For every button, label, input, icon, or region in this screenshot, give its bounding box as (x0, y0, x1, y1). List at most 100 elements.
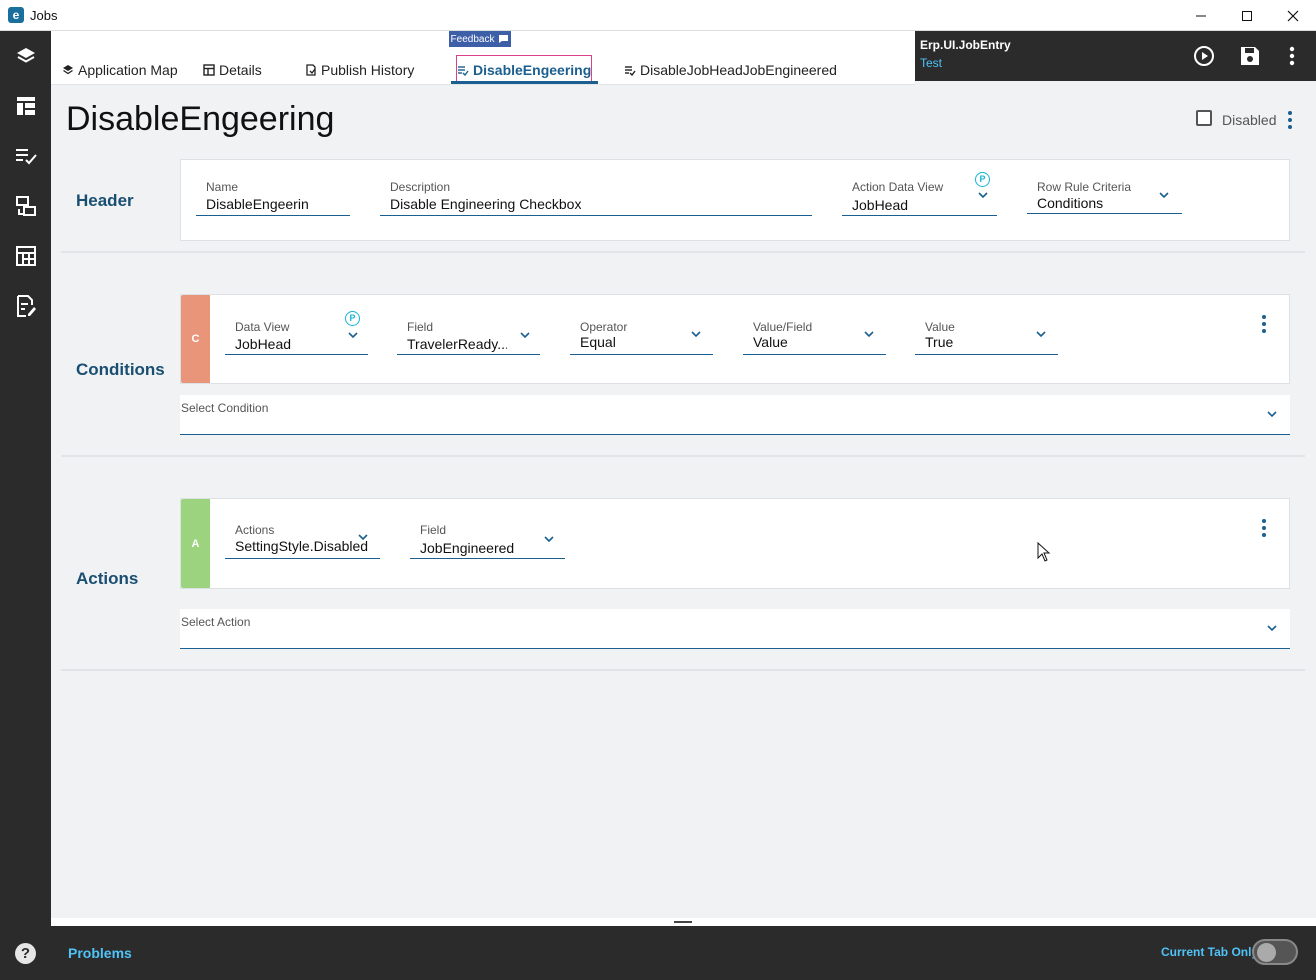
description-field-value: Disable Engineering Checkbox (390, 196, 582, 212)
action-menu-button[interactable] (1254, 516, 1274, 540)
save-button[interactable] (1237, 43, 1263, 69)
tab-disablejobheadjobengineered[interactable]: DisableJobHeadJobEngineered (624, 57, 837, 83)
action-field-label: Field (420, 523, 447, 537)
condition-data-view-dropdown[interactable]: Data View JobHead (225, 320, 368, 355)
rule-icon (625, 66, 636, 76)
rule-icon (458, 66, 469, 76)
tab-label: Application Map (78, 62, 178, 78)
maximize-button[interactable] (1224, 0, 1270, 31)
current-tab-only-label: Current Tab Only (1161, 945, 1259, 959)
panel-splitter[interactable] (51, 918, 1316, 926)
current-tab-only-toggle[interactable] (1252, 939, 1298, 965)
splitter-grip[interactable] (674, 921, 692, 923)
chevron-down-icon (1267, 411, 1277, 418)
description-field-label: Description (390, 180, 451, 194)
context-subtitle[interactable]: Test (920, 56, 942, 70)
section-divider (61, 455, 1305, 457)
condition-tag: C (181, 295, 210, 383)
data-view-value: JobHead (235, 336, 292, 352)
section-divider (61, 669, 1305, 671)
layout-icon[interactable] (13, 93, 39, 119)
disabled-label: Disabled (1222, 112, 1277, 128)
tab-application-map[interactable]: Application Map (62, 57, 178, 83)
field-label: Field (407, 320, 434, 334)
header-card: Name DisableEngeerin Description Disable… (180, 159, 1290, 241)
value-value: True (925, 334, 954, 350)
close-icon (1287, 10, 1299, 21)
action-data-view-value: JobHead (852, 197, 909, 213)
page-menu-button[interactable] (1280, 108, 1300, 132)
active-tab-indicator (451, 81, 598, 84)
action-field-value: JobEngineered (420, 540, 515, 556)
action-field-dropdown[interactable]: Field JobEngineered (410, 523, 565, 559)
description-field[interactable]: Description Disable Engineering Checkbox (380, 180, 812, 216)
name-field[interactable]: Name DisableEngeerin (196, 180, 350, 216)
value-field-value: Value (753, 334, 788, 350)
kebab-icon (1289, 46, 1295, 66)
condition-card: C Data View JobHead P Field TravelerRead… (180, 294, 1290, 384)
select-condition-dropdown[interactable]: Select Condition (180, 395, 1290, 435)
chevron-down-icon (1267, 625, 1277, 632)
maximize-icon (1242, 10, 1252, 21)
close-button[interactable] (1270, 0, 1316, 31)
select-condition-label: Select Condition (181, 401, 269, 415)
table-icon (203, 64, 215, 76)
calendar-grid-icon[interactable] (13, 243, 39, 269)
play-circle-icon (1194, 46, 1214, 66)
condition-field-dropdown[interactable]: Field TravelerReady... (397, 320, 540, 355)
help-icon[interactable]: ? (15, 943, 36, 964)
operator-value: Equal (580, 334, 616, 350)
disabled-checkbox[interactable] (1196, 110, 1212, 126)
more-options-button[interactable] (1279, 43, 1305, 69)
data-view-label: Data View (235, 320, 290, 334)
tab-label: DisableJobHeadJobEngineered (640, 62, 837, 78)
tab-disableengeering[interactable]: DisableEngeering (457, 57, 591, 83)
history-icon (306, 64, 316, 76)
action-card: A Actions SettingStyle.Disabled Field Jo… (180, 498, 1290, 589)
chat-icon (499, 35, 509, 43)
page-title: DisableEngeering (66, 100, 335, 138)
minimize-button[interactable] (1178, 0, 1224, 31)
personalize-badge-icon: P (345, 311, 360, 326)
action-data-view-dropdown[interactable]: Action Data View JobHead (842, 180, 997, 216)
row-rule-criteria-value: Conditions (1037, 195, 1104, 211)
context-bar: Erp.UI.JobEntry Test (915, 31, 1316, 81)
condition-value-dropdown[interactable]: Value True (915, 320, 1058, 355)
condition-value-field-dropdown[interactable]: Value/Field Value (743, 320, 886, 355)
chevron-down-icon (358, 534, 368, 541)
select-action-dropdown[interactable]: Select Action (180, 609, 1290, 649)
row-rule-criteria-dropdown[interactable]: Row Rule Criteria Conditions (1027, 180, 1182, 214)
toggle-knob (1257, 943, 1276, 962)
problems-bar: Problems Current Tab Only (51, 926, 1316, 980)
row-rule-criteria-label: Row Rule Criteria (1037, 180, 1132, 194)
value-label: Value (925, 320, 955, 334)
feedback-label: Feedback (450, 33, 495, 45)
app-logo-icon: e (8, 7, 24, 23)
tab-label: DisableEngeering (473, 62, 592, 78)
condition-menu-button[interactable] (1254, 312, 1274, 336)
problems-link[interactable]: Problems (68, 945, 132, 961)
tab-bar: Feedback Application Map Details Publish… (51, 31, 915, 85)
transfer-icon[interactable] (13, 193, 39, 219)
checklist-icon[interactable] (13, 143, 39, 169)
condition-operator-dropdown[interactable]: Operator Equal (570, 320, 713, 355)
window-titlebar: e Jobs (0, 0, 1316, 31)
tab-details[interactable]: Details (203, 57, 262, 83)
value-field-label: Value/Field (753, 320, 813, 334)
tab-label: Details (219, 62, 262, 78)
context-title: Erp.UI.JobEntry (920, 38, 1011, 52)
action-type-dropdown[interactable]: Actions SettingStyle.Disabled (225, 523, 380, 559)
save-icon (1241, 47, 1259, 65)
document-edit-icon[interactable] (13, 293, 39, 319)
name-field-value: DisableEngeerin (206, 196, 309, 212)
run-button[interactable] (1191, 43, 1217, 69)
section-actions-label: Actions (76, 569, 139, 588)
personalize-badge-icon: P (975, 172, 990, 187)
feedback-button[interactable]: Feedback (449, 31, 511, 47)
minimize-icon (1196, 15, 1206, 16)
chevron-down-icon (520, 332, 530, 339)
tab-publish-history[interactable]: Publish History (305, 57, 414, 83)
actions-label: Actions (235, 523, 275, 537)
layers-icon[interactable] (13, 43, 39, 69)
tab-label: Publish History (321, 62, 415, 78)
